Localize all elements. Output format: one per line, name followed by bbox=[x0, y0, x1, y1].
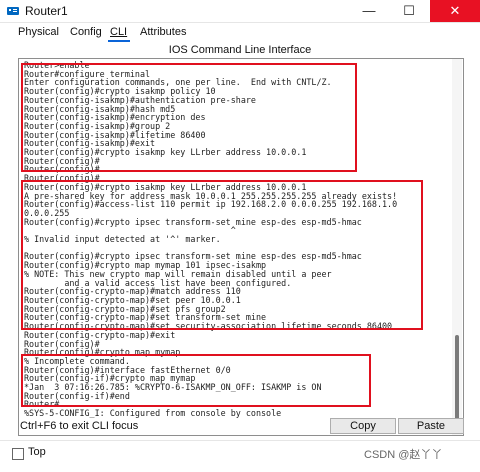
paste-button[interactable]: Paste bbox=[398, 418, 464, 434]
active-tab-indicator bbox=[108, 40, 130, 42]
copy-button[interactable]: Copy bbox=[330, 418, 396, 434]
cli-focus-hint: Ctrl+F6 to exit CLI focus bbox=[20, 420, 139, 432]
router-app-icon bbox=[7, 7, 19, 15]
tab-physical[interactable]: Physical bbox=[18, 26, 59, 38]
maximize-button[interactable]: ☐ bbox=[389, 0, 429, 22]
section-title: IOS Command Line Interface bbox=[168, 44, 312, 56]
tab-config[interactable]: Config bbox=[70, 26, 102, 38]
minimize-button[interactable]: — bbox=[349, 0, 389, 22]
tab-cli[interactable]: CLI bbox=[110, 26, 127, 38]
tab-attributes[interactable]: Attributes bbox=[140, 26, 186, 38]
scrollbar-thumb[interactable] bbox=[455, 335, 459, 425]
window-title: Router1 bbox=[25, 4, 68, 18]
title-bar: Router1 — ☐ ✕ bbox=[0, 0, 480, 23]
top-checkbox[interactable] bbox=[12, 448, 24, 460]
cli-output[interactable]: Router>enable Router#configure terminal … bbox=[24, 61, 448, 418]
watermark: CSDN @赵丫丫 bbox=[364, 449, 443, 461]
cli-console[interactable]: Router>enable Router#configure terminal … bbox=[18, 58, 464, 436]
tab-bar: Physical Config CLI Attributes bbox=[0, 24, 480, 42]
top-label: Top bbox=[28, 446, 46, 458]
close-button[interactable]: ✕ bbox=[430, 0, 480, 22]
